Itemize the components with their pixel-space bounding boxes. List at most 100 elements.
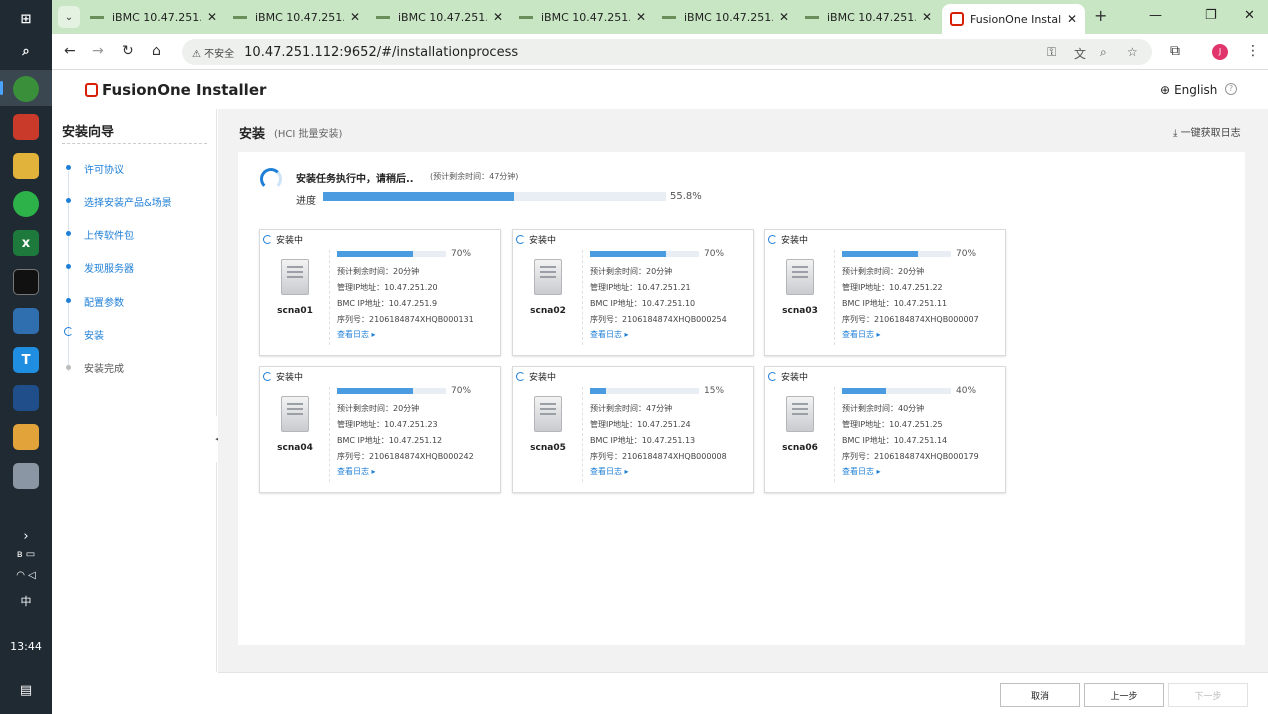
server-icon: [281, 396, 309, 432]
extensions-icon[interactable]: ⧉: [1170, 43, 1180, 59]
tab-favicon: [519, 15, 533, 19]
node-bmc-ip: BMC IP地址：10.47.251.13: [590, 436, 696, 445]
clock[interactable]: 13:44: [0, 640, 52, 653]
view-log-link[interactable]: 查看日志 ▸: [337, 329, 376, 340]
minimize-icon[interactable]: —: [1149, 8, 1162, 23]
view-log-link[interactable]: 查看日志 ▸: [842, 466, 881, 477]
menu-kebab-icon[interactable]: ⋮: [1246, 43, 1260, 59]
brand-name: FusionOne Installer: [102, 81, 267, 99]
browser-tab[interactable]: iBMC 10.47.251.1 ✕: [511, 4, 654, 30]
wizard-step-product-scene[interactable]: 选择安装产品&场景: [84, 194, 172, 209]
search-icon[interactable]: ⌕: [13, 38, 39, 64]
tab-favicon: [376, 15, 390, 19]
browser-tab[interactable]: iBMC 10.47.251.9 ✕: [82, 4, 225, 30]
wizard-step-discover-servers[interactable]: 发现服务器: [84, 260, 134, 275]
card-divider: [329, 250, 330, 345]
ime-indicator[interactable]: 中: [0, 593, 52, 609]
new-tab-plus-icon[interactable]: +: [1094, 6, 1107, 25]
wizard-step-install[interactable]: 安装: [84, 327, 104, 342]
notification-icon[interactable]: ▤: [0, 683, 52, 698]
close-icon[interactable]: ✕: [350, 10, 360, 24]
node-progress-fill: [842, 251, 919, 257]
overall-progress-percent: 55.8%: [670, 191, 702, 202]
browser-tab[interactable]: iBMC 10.47.251.1 ✕: [368, 4, 511, 30]
get-logs-button[interactable]: ⤓ 一键获取日志: [1173, 124, 1241, 139]
active-app-indicator: [0, 81, 3, 95]
close-icon[interactable]: ✕: [636, 10, 646, 24]
zoom-icon[interactable]: ⌕: [1100, 45, 1107, 60]
install-wizard-sidebar: 安装向导 许可协议 选择安装产品&场景 上传软件包 发现服务器 配置参数 安装 …: [52, 109, 217, 672]
back-arrow-icon[interactable]: ←: [64, 43, 76, 59]
card-divider: [329, 387, 330, 482]
brand: FusionOne Installer: [85, 81, 266, 99]
tab-search-chevron-icon[interactable]: ⌄: [58, 6, 80, 28]
node-mgmt-ip: 管理IP地址：10.47.251.25: [842, 420, 943, 429]
browser-tab[interactable]: iBMC 10.47.251.1 ✕: [797, 4, 940, 30]
folder-icon[interactable]: [13, 153, 39, 179]
previous-button[interactable]: 上一步: [1084, 683, 1164, 707]
node-mgmt-ip: 管理IP地址：10.47.251.20: [337, 283, 438, 292]
close-icon[interactable]: ✕: [1067, 12, 1077, 26]
wifi-volume-icons[interactable]: ◠ ◁: [0, 570, 52, 581]
page-subtitle: (HCI 批量安装): [274, 129, 343, 140]
node-status-badge: 安装中: [516, 233, 556, 246]
wizard-step-upload-package[interactable]: 上传软件包: [84, 227, 134, 242]
chrome-icon[interactable]: [13, 76, 39, 102]
wizard-title: 安装向导: [62, 125, 115, 140]
bluetooth-battery-icons[interactable]: ʙ ▭: [0, 549, 52, 560]
url-text[interactable]: 10.47.251.112:9652/#/installationprocess: [244, 45, 518, 60]
restore-icon[interactable]: ❐: [1205, 8, 1217, 23]
app-icon-red[interactable]: [13, 114, 39, 140]
wizard-step-license[interactable]: 许可协议: [84, 161, 124, 176]
cancel-button[interactable]: 取消: [1000, 683, 1080, 707]
node-progress-bar: [842, 251, 951, 257]
download-icon: ⤓: [1173, 128, 1181, 139]
card-divider: [582, 387, 583, 482]
image-app-icon[interactable]: [13, 308, 39, 334]
close-icon[interactable]: ✕: [207, 10, 217, 24]
close-window-icon[interactable]: ✕: [1244, 8, 1255, 23]
profile-avatar[interactable]: J: [1212, 44, 1228, 60]
close-icon[interactable]: ✕: [493, 10, 503, 24]
reload-icon[interactable]: ↻: [122, 43, 134, 59]
address-bar[interactable]: ⚠ 不安全 10.47.251.112:9652/#/installationp…: [182, 39, 1152, 65]
browser-tab[interactable]: iBMC 10.47.251.1 ✕: [225, 4, 368, 30]
translate-icon[interactable]: 文: [1074, 45, 1086, 62]
show-hidden-icons-chevron-icon[interactable]: ›: [0, 529, 52, 544]
tool-app-icon[interactable]: [13, 424, 39, 450]
home-icon[interactable]: ⌂: [152, 43, 161, 59]
network-app-icon[interactable]: [13, 463, 39, 489]
excel-icon[interactable]: x: [13, 230, 39, 256]
wechat-icon[interactable]: [13, 191, 39, 217]
browser-tab-active[interactable]: FusionOne Install ✕: [942, 4, 1085, 34]
step-in-progress-spinner-icon: [64, 327, 73, 336]
terminal-icon[interactable]: [13, 269, 39, 295]
chat-app-icon[interactable]: T: [13, 347, 39, 373]
main-content: 安装 (HCI 批量安装) ⤓ 一键获取日志 安装任务执行中，请稍后.. (预计…: [218, 109, 1268, 672]
wizard-step-configure[interactable]: 配置参数: [84, 294, 124, 309]
not-secure-badge[interactable]: ⚠ 不安全: [192, 45, 234, 60]
view-log-link[interactable]: 查看日志 ▸: [590, 466, 629, 477]
node-progress-bar: [590, 251, 699, 257]
language-switcher[interactable]: ⊕ English: [1160, 83, 1217, 97]
virtualbox-icon[interactable]: [13, 385, 39, 411]
password-key-icon[interactable]: ⚿: [1047, 45, 1056, 60]
next-button[interactable]: 下一步: [1168, 683, 1248, 707]
node-progress-percent: 70%: [451, 249, 472, 259]
node-serial-number: 序列号：2106184874XHQB000254: [590, 315, 727, 324]
help-icon[interactable]: ?: [1225, 83, 1237, 95]
page-title: 安装: [239, 127, 266, 142]
remaining-time: (预计剩余时间：47分钟): [430, 172, 519, 181]
server-icon: [534, 396, 562, 432]
windows-start-icon[interactable]: ⊞: [13, 6, 39, 32]
close-icon[interactable]: ✕: [779, 10, 789, 24]
view-log-link[interactable]: 查看日志 ▸: [337, 466, 376, 477]
view-log-link[interactable]: 查看日志 ▸: [842, 329, 881, 340]
bookmark-star-icon[interactable]: ☆: [1127, 45, 1138, 59]
close-icon[interactable]: ✕: [922, 10, 932, 24]
browser-tab-strip: ⌄ iBMC 10.47.251.9 ✕ iBMC 10.47.251.1 ✕ iB…: [52, 0, 1268, 34]
view-log-link[interactable]: 查看日志 ▸: [590, 329, 629, 340]
browser-tab[interactable]: iBMC 10.47.251.1 ✕: [654, 4, 797, 30]
forward-arrow-icon[interactable]: →: [92, 43, 104, 59]
step-dot: [66, 264, 71, 269]
